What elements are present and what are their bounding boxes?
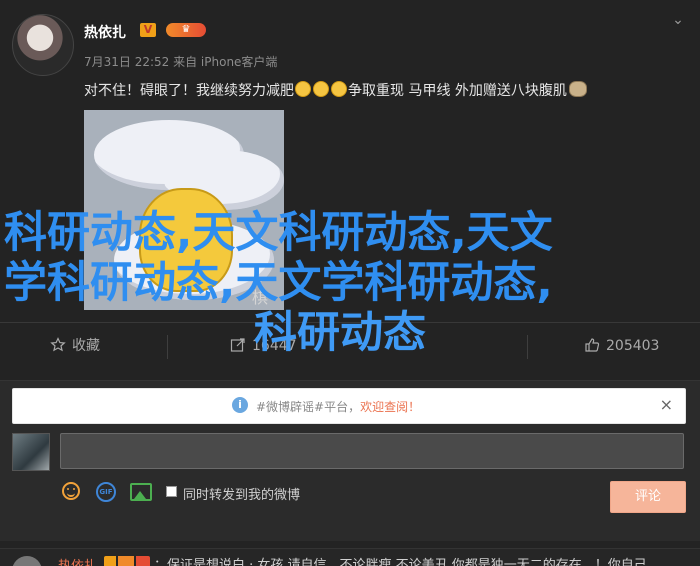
close-icon[interactable]: × <box>660 395 673 414</box>
comment-text: ：保证是想说白 · 女孩 请自信，不论胖瘦 不论美丑 你都是独一无二的存在，！你… <box>154 558 647 566</box>
commenter-username[interactable]: 热依扎 <box>58 555 97 566</box>
post-content: 对不住！碍眼了！我继续努力减肥 争取重现 马甲线 外加赠送八块腹肌 <box>84 80 587 100</box>
member-badge: ♛ <box>166 23 206 37</box>
submit-comment-button[interactable]: 评论 <box>610 481 686 513</box>
user-avatar[interactable] <box>12 14 74 76</box>
post-content-text-1: 对不住！碍眼了！我继续努力减肥 <box>84 83 294 99</box>
watermark-line: 科研动态 <box>254 308 426 358</box>
my-avatar[interactable] <box>12 433 50 471</box>
post-meta: 7月31日 22:52 来自 iPhone客户端 <box>84 55 278 69</box>
doge-emoji-icon <box>568 81 587 97</box>
laugh-emoji-icon <box>313 81 329 97</box>
watermark-line: 科研动态,天文科研动态,天文 <box>4 208 553 258</box>
comment-input[interactable] <box>60 433 684 469</box>
weibo-post: 热依扎 V ♛ ⌄ 7月31日 22:52 来自 iPhone客户端 对不住！碍… <box>0 0 700 380</box>
rumor-notice-bar: i #微博辟谣#平台，欢迎查阅！ × <box>12 388 686 424</box>
notice-text: #微博辟谣#平台，欢迎查阅！ <box>256 398 420 415</box>
comment-list-item: 热依扎 ：保证是想说白 · 女孩 请自信，不论胖瘦 不论美丑 你都是独一无二的存… <box>0 548 700 566</box>
post-username[interactable]: 热依扎 <box>84 22 126 42</box>
post-content-text-2: 争取重现 马甲线 外加赠送八块腹肌 <box>348 83 567 99</box>
repost-checkbox-label[interactable]: 同时转发到我的微博 <box>183 484 300 503</box>
repost-checkbox[interactable] <box>166 486 177 497</box>
gif-icon[interactable]: GIF <box>96 482 116 502</box>
watermark-line: 学科研动态,天文学科研动态, <box>4 258 553 308</box>
laugh-emoji-icon <box>331 81 347 97</box>
laugh-emoji-icon <box>295 81 311 97</box>
notice-link[interactable]: 欢迎查阅！ <box>360 400 420 414</box>
watermark-overlay: 科研动态,天文科研动态,天文 学科研动态,天文学科研动态, 科研动态 <box>4 208 654 358</box>
notice-main-text[interactable]: #微博辟谣#平台， <box>256 400 360 414</box>
emoji-icon[interactable] <box>62 482 80 500</box>
chevron-down-icon[interactable]: ⌄ <box>670 12 686 28</box>
image-icon[interactable] <box>130 483 152 501</box>
verified-badge: V <box>140 23 156 37</box>
info-icon: i <box>232 397 248 413</box>
